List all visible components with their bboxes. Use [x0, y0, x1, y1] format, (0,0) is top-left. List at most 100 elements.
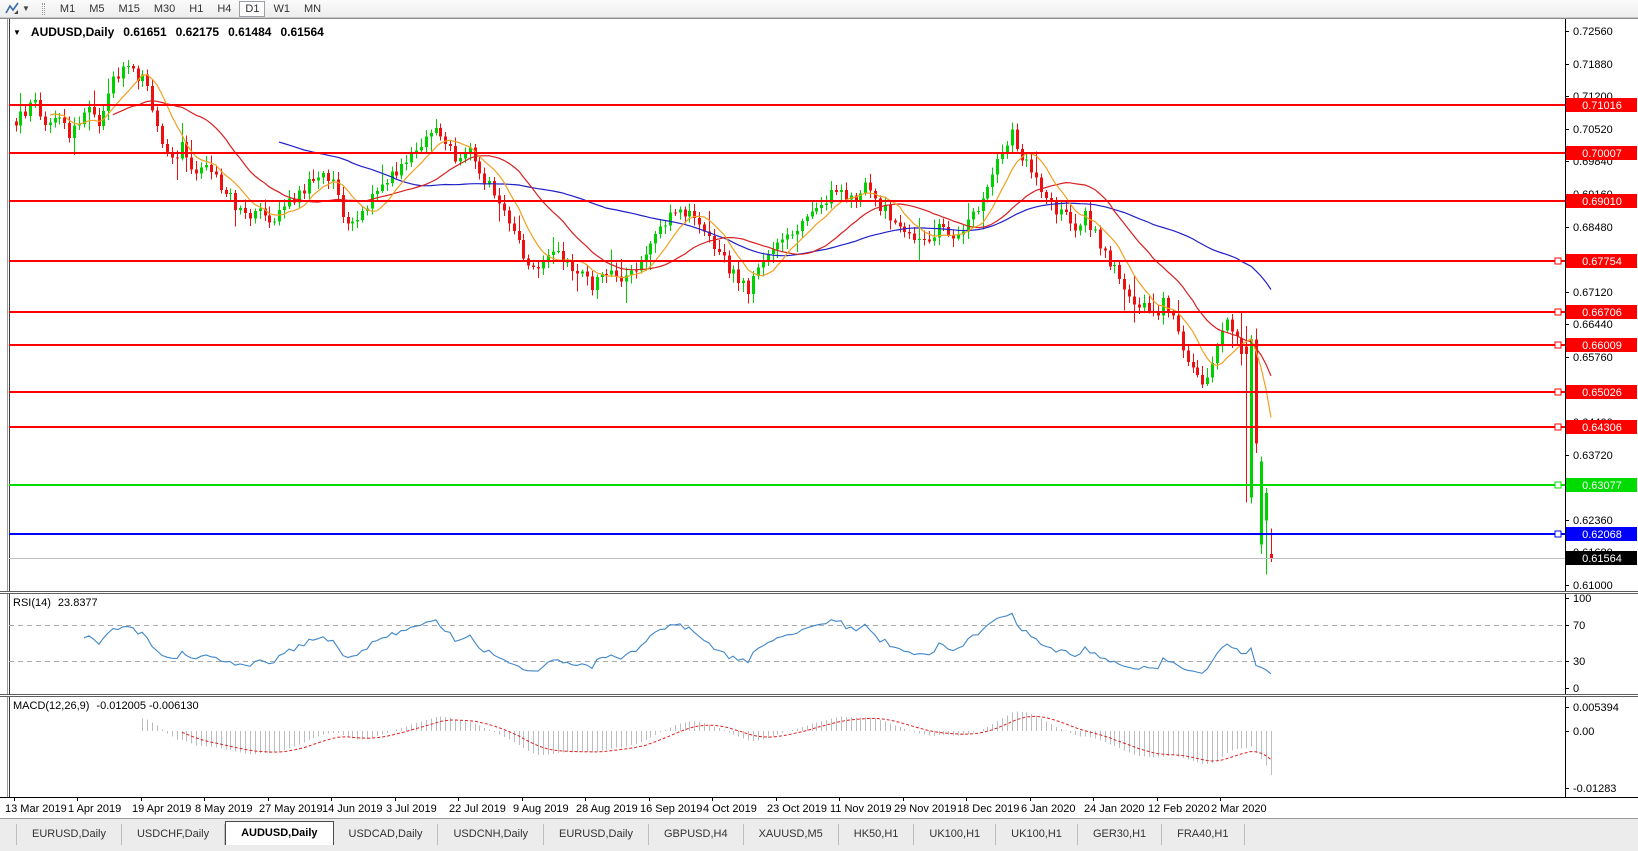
time-tick: [14, 798, 15, 801]
chart-tab-eurusd-daily[interactable]: EURUSD,Daily: [544, 824, 649, 845]
time-tick: [1030, 798, 1031, 801]
svg-text:0.63077: 0.63077: [1582, 480, 1622, 492]
time-label: 22 Jul 2019: [449, 803, 506, 815]
time-label: 1 Apr 2019: [68, 803, 121, 815]
ohlc-open: 0.61651: [123, 25, 166, 39]
time-tick: [77, 798, 78, 801]
macd-canvas[interactable]: 0.005394 0.00 -0.01283: [0, 697, 1638, 797]
svg-text:0.66706: 0.66706: [1582, 307, 1622, 319]
time-label: 6 Jan 2020: [1021, 803, 1075, 815]
timeframe-button-m15[interactable]: M15: [112, 1, 145, 17]
time-tick: [712, 798, 713, 801]
time-tick: [966, 798, 967, 801]
svg-text:70: 70: [1573, 620, 1585, 632]
svg-text:0.62360: 0.62360: [1573, 515, 1613, 527]
chart-tab-audusd-daily[interactable]: AUDUSD,Daily: [225, 821, 333, 845]
toolbar-grip: [42, 3, 45, 15]
macd-pane[interactable]: 0.005394 0.00 -0.01283 MACD(12,26,9) -0.01…: [0, 697, 1638, 797]
svg-text:0.61564: 0.61564: [1582, 553, 1622, 565]
macd-histogram: [143, 712, 1272, 776]
main-chart-canvas[interactable]: 0.725600.718800.712000.705200.698400.691…: [0, 19, 1638, 591]
current-price-line: 0.61564: [9, 551, 1637, 565]
timeframe-button-h1[interactable]: H1: [183, 1, 209, 17]
timeframe-button-m5[interactable]: M5: [83, 1, 110, 17]
ma-mid-line: [113, 101, 1271, 376]
chart-tab-uk100-h1[interactable]: UK100,H1: [996, 824, 1078, 845]
chart-tab-usdcad-daily[interactable]: USDCAD,Daily: [334, 824, 439, 845]
timeframe-button-mn[interactable]: MN: [298, 1, 327, 17]
horizontal-level-line[interactable]: 0.70007: [9, 146, 1637, 160]
macd-value: -0.012005 -0.006130: [96, 700, 198, 712]
timeframe-toolbar: ▼ M1M5M15M30H1H4D1W1MN: [0, 0, 1638, 18]
timeframe-button-h4[interactable]: H4: [211, 1, 237, 17]
svg-text:0.70007: 0.70007: [1582, 148, 1622, 160]
chart-tab-eurusd-daily[interactable]: EURUSD,Daily: [16, 824, 122, 845]
chart-tab-ger30-h1[interactable]: GER30,H1: [1078, 824, 1162, 845]
time-label: 27 May 2019: [259, 803, 323, 815]
candles-layer: [15, 60, 1273, 575]
svg-text:0.65760: 0.65760: [1573, 352, 1613, 364]
chart-tab-gbpusd-h4[interactable]: GBPUSD,H4: [649, 824, 744, 845]
chart-cursor-button[interactable]: ▼: [0, 1, 33, 17]
timeframe-button-m30[interactable]: M30: [148, 1, 181, 17]
time-label: 2 Mar 2020: [1211, 803, 1267, 815]
time-label: 3 Jul 2019: [386, 803, 437, 815]
time-label: 4 Oct 2019: [703, 803, 757, 815]
rsi-pane[interactable]: 10070300 RSI(14) 23.8377: [0, 594, 1638, 694]
chart-tab-fra40-h1[interactable]: FRA40,H1: [1162, 824, 1244, 845]
horizontal-level-line[interactable]: 0.67754: [9, 254, 1637, 268]
rsi-line: [84, 613, 1271, 674]
horizontal-level-line[interactable]: 0.71016: [9, 98, 1637, 112]
rsi-canvas[interactable]: 10070300: [0, 594, 1638, 694]
time-tick: [522, 798, 523, 801]
timeframe-button-d1[interactable]: D1: [239, 1, 265, 17]
rsi-axis[interactable]: 10070300: [1565, 594, 1591, 694]
chart-tab-hk50-h1[interactable]: HK50,H1: [839, 824, 915, 845]
svg-text:0.65026: 0.65026: [1582, 387, 1622, 399]
time-tick: [141, 798, 142, 801]
horizontal-level-line[interactable]: 0.63077: [9, 478, 1637, 492]
ohlc-close: 0.61564: [280, 25, 323, 39]
svg-text:0.005394: 0.005394: [1573, 702, 1619, 714]
chart-tab-uk100-h1[interactable]: UK100,H1: [914, 824, 996, 845]
svg-text:0: 0: [1573, 683, 1579, 694]
horizontal-level-line[interactable]: 0.66706: [9, 305, 1637, 319]
svg-text:0.00: 0.00: [1573, 726, 1594, 738]
chart-tab-usdcnh-daily[interactable]: USDCNH,Daily: [438, 824, 544, 845]
time-tick: [649, 798, 650, 801]
time-tick: [1220, 798, 1221, 801]
chevron-down-icon[interactable]: ▼: [22, 4, 30, 13]
rsi-value: 23.8377: [58, 597, 98, 609]
time-axis[interactable]: 13 Mar 20191 Apr 201919 Apr 20198 May 20…: [0, 797, 1638, 818]
horizontal-level-line[interactable]: 0.66009: [9, 338, 1637, 352]
svg-text:-0.01283: -0.01283: [1573, 783, 1616, 795]
rsi-name: RSI(14): [13, 597, 51, 609]
time-label: 14 Jun 2019: [322, 803, 383, 815]
svg-text:0.64306: 0.64306: [1582, 422, 1622, 434]
time-tick: [903, 798, 904, 801]
time-label: 19 Apr 2019: [132, 803, 191, 815]
collapse-triangle-icon[interactable]: ▼: [13, 28, 21, 37]
svg-text:0.66009: 0.66009: [1582, 340, 1622, 352]
main-chart-pane[interactable]: 0.725600.718800.712000.705200.698400.691…: [0, 18, 1638, 591]
timeframe-button-w1[interactable]: W1: [267, 1, 296, 17]
time-tick: [204, 798, 205, 801]
time-label: 18 Dec 2019: [957, 803, 1019, 815]
time-tick: [458, 798, 459, 801]
macd-label: MACD(12,26,9) -0.012005 -0.006130: [13, 700, 199, 712]
horizontal-level-line[interactable]: 0.64306: [9, 420, 1637, 434]
chart-tab-usdchf-daily[interactable]: USDCHF,Daily: [122, 824, 225, 845]
time-tick: [268, 798, 269, 801]
time-tick: [1157, 798, 1158, 801]
horizontal-level-line[interactable]: 0.62068: [9, 527, 1637, 541]
timeframe-button-m1[interactable]: M1: [54, 1, 81, 17]
time-label: 24 Jan 2020: [1084, 803, 1145, 815]
time-label: 23 Oct 2019: [767, 803, 827, 815]
mt4-window: ▼ M1M5M15M30H1H4D1W1MN 0.725600.718800.7…: [0, 0, 1638, 851]
chart-tabs-bar: EURUSD,DailyUSDCHF,DailyAUDUSD,DailyUSDC…: [0, 818, 1638, 845]
macd-axis[interactable]: 0.005394 0.00 -0.01283: [1565, 697, 1619, 797]
horizontal-level-line[interactable]: 0.65026: [9, 385, 1637, 399]
time-label: 8 May 2019: [195, 803, 252, 815]
chart-tab-xauusd-m5[interactable]: XAUUSD,M5: [744, 824, 839, 845]
svg-text:0.67120: 0.67120: [1573, 287, 1613, 299]
